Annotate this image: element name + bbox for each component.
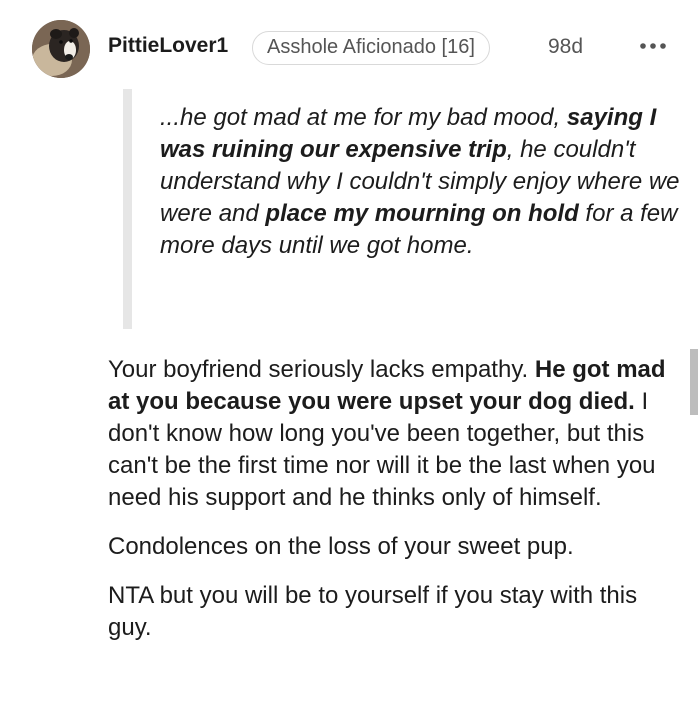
block-quote: ...he got mad at me for my bad mood, say… [160,102,680,262]
quote-bold-text: place my mourning on hold [265,200,579,227]
comment-paragraph: Your boyfriend seriously lacks empathy. … [108,354,683,514]
dog-avatar-icon [32,20,90,78]
more-options-icon[interactable] [636,34,670,58]
comment-body: Your boyfriend seriously lacks empathy. … [108,354,683,661]
avatar[interactable] [32,20,90,78]
username[interactable]: PittieLover1 [108,34,228,58]
scrollbar[interactable] [690,349,698,415]
comment-header: PittieLover1 Asshole Aficionado [16] 98d [0,0,700,100]
paragraph-text: Your boyfriend seriously lacks empathy. [108,356,535,383]
comment-age: 98d [548,35,584,58]
quote-text: ...he got mad at me for my bad mood, [160,104,567,131]
quote-bar [123,89,132,329]
comment-paragraph: NTA but you will be to yourself if you s… [108,582,638,641]
user-flair: Asshole Aficionado [16] [252,31,490,65]
comment-paragraph: Condolences on the loss of your sweet pu… [108,533,574,560]
